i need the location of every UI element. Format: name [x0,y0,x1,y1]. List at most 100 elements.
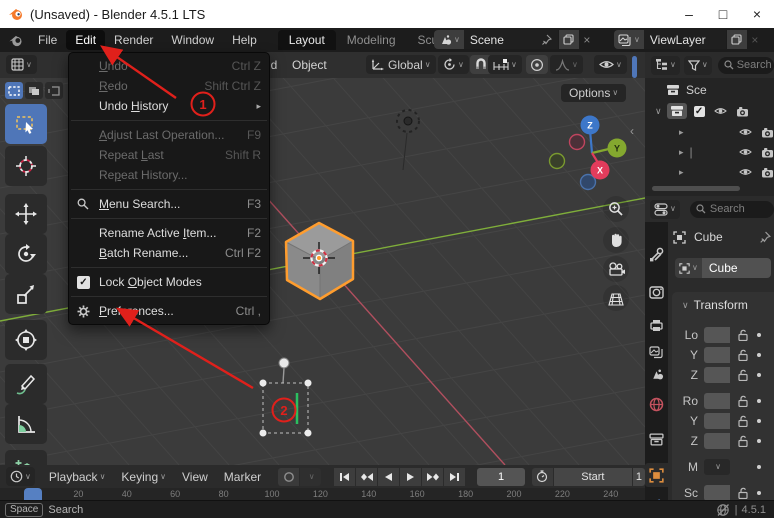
outliner-display-mode-button[interactable]: ∨ [651,55,680,75]
minimize-button[interactable]: – [672,1,706,27]
animate-dot-icon[interactable] [757,373,761,377]
menu-render[interactable]: Render [105,30,162,50]
gizmo-neg-z[interactable] [579,173,597,191]
falloff-dropdown[interactable]: ∨ [550,55,583,74]
outliner-row[interactable]: ∨ ✓ [645,101,774,121]
maximize-button[interactable]: □ [706,1,740,27]
menu-item-rename-active-item[interactable]: Rename Active Item... F2 [69,223,269,243]
toggle-perspective-button[interactable] [603,285,629,311]
play-reverse-button[interactable] [378,467,400,486]
outliner-row[interactable]: Sce [645,80,774,100]
object-menu[interactable]: Object [292,58,327,72]
breadcrumb-object[interactable]: Cube [694,230,723,244]
pin-icon[interactable] [759,231,771,244]
value-field[interactable] [704,485,730,500]
jump-to-end-button[interactable] [444,467,466,486]
scene-name-field[interactable]: Scene [463,30,558,49]
unlock-icon[interactable] [736,395,749,407]
unlock-icon[interactable] [736,435,749,447]
use-preview-range-button[interactable] [531,467,553,486]
tool-rotate[interactable] [5,234,47,274]
gizmo-neg-x[interactable] [568,133,586,151]
unlock-icon[interactable] [736,487,749,499]
chevron-right-icon[interactable]: ▸ [679,147,684,158]
timeline-menu-playback[interactable]: Playback ∨ [43,468,112,486]
hide-in-viewport-icon[interactable] [739,167,752,177]
select-new-mode-button[interactable] [5,82,23,99]
text-edit-box[interactable] [259,357,312,437]
remove-view-layer-button[interactable]: × [747,33,763,47]
sidebar-collapse-icon[interactable]: ‹ [630,124,634,138]
camera-view-button[interactable] [603,256,629,282]
animate-dot-icon[interactable] [757,333,761,337]
value-field[interactable] [704,413,730,429]
menu-item-preferences[interactable]: Preferences... Ctrl , [69,301,269,321]
tool-annotate[interactable] [5,364,47,404]
current-frame-field[interactable]: 1 [477,467,525,486]
properties-editor-type-button[interactable]: ∨ [650,199,680,219]
auto-key-dropdown[interactable]: ∨ [300,467,322,486]
chevron-right-icon[interactable]: ▸ [679,167,684,178]
unlock-icon[interactable] [736,349,749,361]
rotation-mode-dropdown[interactable]: ∨ [704,459,730,475]
menu-item-batch-rename[interactable]: Batch Rename... Ctrl F2 [69,243,269,263]
pivot-point-dropdown[interactable]: ∨ [438,55,469,74]
menu-item-lock-object-modes[interactable]: ✓ Lock Object Modes [69,272,269,292]
disable-in-renders-icon[interactable] [736,106,749,117]
checkbox-checked-icon[interactable]: ✓ [77,275,90,289]
menu-item-menu-search[interactable]: Menu Search... F3 [69,194,269,214]
timeline-editor-type-button[interactable]: ∨ [6,467,35,486]
play-button[interactable] [400,467,422,486]
select-extend-mode-button[interactable] [25,82,43,99]
animate-dot-icon[interactable] [757,399,761,403]
outliner-horizontal-scrollbar[interactable] [652,186,740,191]
disable-in-renders-icon[interactable] [761,127,774,138]
tool-select-box[interactable] [5,104,47,144]
hide-in-viewport-icon[interactable] [713,106,727,116]
tool-cursor[interactable] [5,146,47,186]
start-frame-value[interactable]: 1 [632,467,645,486]
timeline-ruler[interactable]: 20 40 60 80 100 120 140 160 180 200 220 240 [0,488,645,500]
next-keyframe-button[interactable] [422,467,444,486]
jump-to-start-button[interactable] [334,467,356,486]
animate-dot-icon[interactable] [757,419,761,423]
proportional-editing-button[interactable] [526,55,548,74]
menu-item-repeat-last[interactable]: Repeat Last Shift R [69,145,269,165]
zoom-button[interactable] [603,196,629,222]
start-frame-field[interactable]: Start [553,467,632,486]
menu-item-adjust-last-operation[interactable]: Adjust Last Operation... F9 [69,125,269,145]
outliner-row[interactable]: ▸ | [645,142,774,162]
snap-target-dropdown[interactable]: ∨ [488,55,522,74]
tool-measure[interactable] [5,404,47,444]
select-subtract-mode-button[interactable] [45,82,63,99]
hide-in-viewport-icon[interactable] [739,147,752,157]
menu-item-redo[interactable]: Redo Shift Ctrl Z [69,76,269,96]
unlock-icon[interactable] [736,329,749,341]
timeline-menu-keying[interactable]: Keying ∨ [115,468,172,486]
outliner-row[interactable]: ▸ [645,162,774,182]
unlock-icon[interactable] [736,415,749,427]
pin-icon[interactable] [541,34,552,46]
transform-panel-header[interactable]: ∨ Transform [672,292,774,312]
menu-help[interactable]: Help [223,30,266,50]
workspace-tab-modeling[interactable]: Modeling [336,30,407,50]
tool-transform[interactable] [5,320,47,360]
outliner-row[interactable]: ▸ [645,122,774,142]
properties-tab-scene[interactable] [645,362,668,386]
properties-tab-render[interactable] [645,280,668,304]
value-field[interactable] [704,393,730,409]
previous-keyframe-button[interactable] [356,467,378,486]
properties-tab-tool[interactable] [645,242,668,266]
workspace-tab-layout[interactable]: Layout [277,30,336,50]
close-button[interactable]: × [740,1,774,27]
animate-dot-icon[interactable] [757,439,761,443]
outliner-filter-button[interactable]: ∨ [683,55,712,75]
view-layer-name-field[interactable]: ViewLayer [643,30,726,49]
value-field[interactable] [704,347,730,363]
menu-edit[interactable]: Edit [66,30,106,50]
show-gizmo-dropdown[interactable]: ∨ [594,55,627,74]
editor-type-button[interactable]: ∨ [6,55,37,74]
chevron-down-icon[interactable]: ∨ [655,106,662,116]
view-layer-icon-button[interactable]: ∨ [614,30,644,49]
timeline-menu-view[interactable]: View [176,468,214,486]
